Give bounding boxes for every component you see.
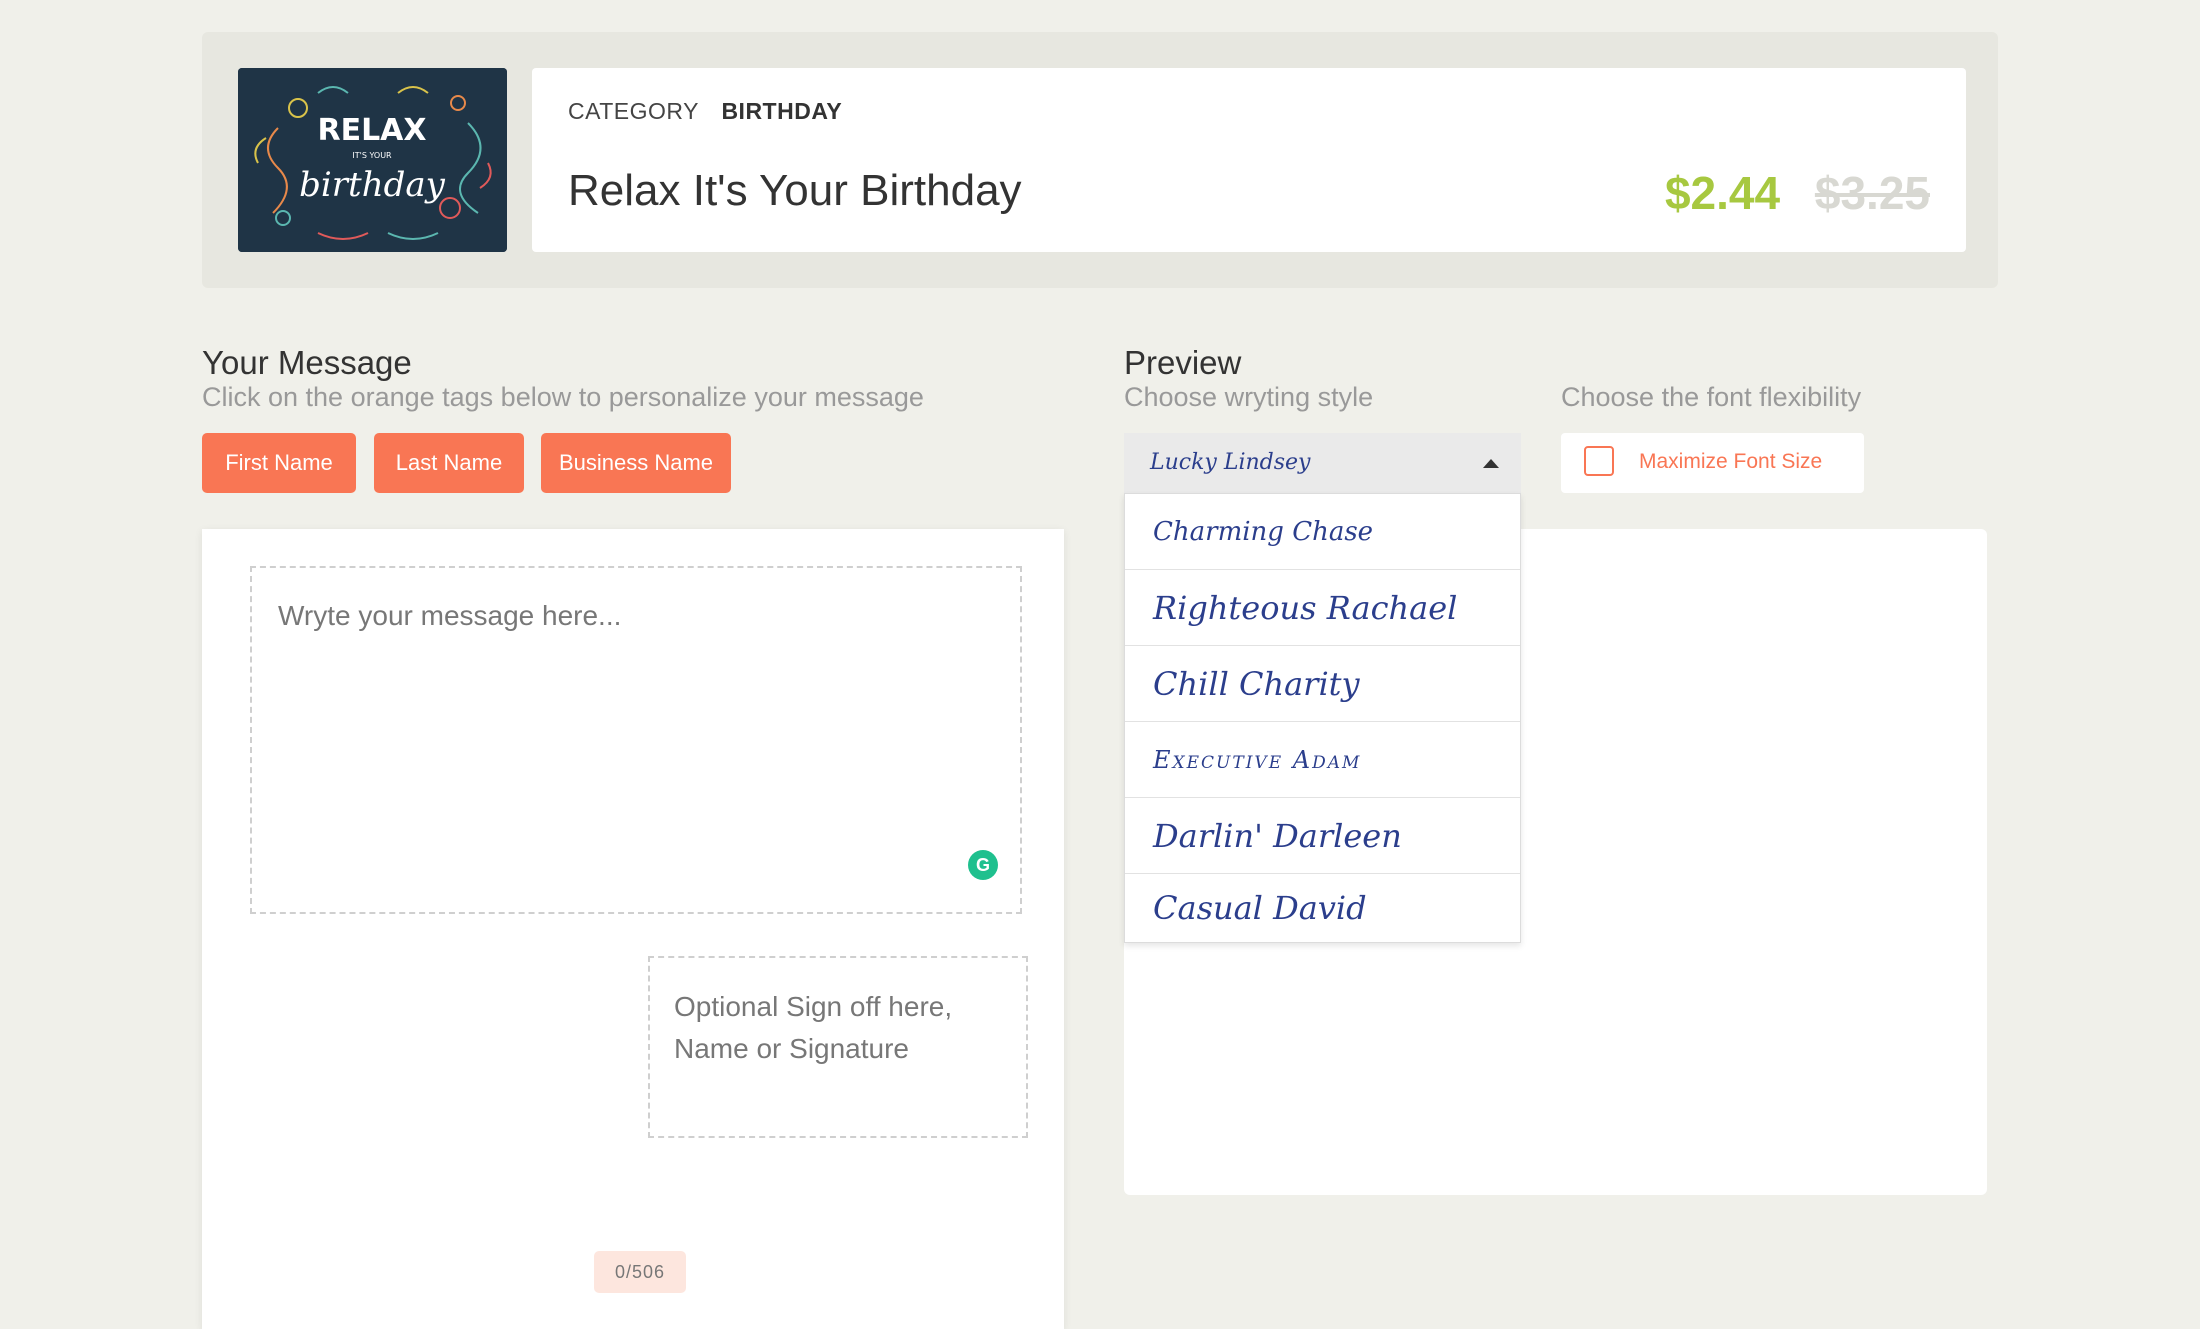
product-info: CATEGORY BIRTHDAY Relax It's Your Birthd… bbox=[532, 68, 1966, 252]
selected-style: Lucky Lindsey bbox=[1150, 450, 1311, 475]
writing-style-select[interactable]: Lucky Lindsey bbox=[1124, 433, 1521, 493]
message-section-subtitle: Click on the orange tags below to person… bbox=[202, 382, 924, 412]
style-option-darlin-darleen[interactable]: Darlin' Darleen bbox=[1125, 798, 1520, 874]
maximize-font-checkbox[interactable] bbox=[1584, 446, 1614, 476]
preview-section-title: Preview bbox=[1124, 344, 1242, 381]
product-header: RELAX IT'S YOUR birthday CATEGORY BIRTHD… bbox=[202, 32, 1998, 288]
grammarly-icon[interactable]: G bbox=[968, 850, 998, 880]
price: $2.44 $3.25 bbox=[1665, 166, 1930, 220]
signoff-line-1: Optional Sign off here, bbox=[674, 991, 953, 1022]
signoff-line-2: Name or Signature bbox=[674, 1033, 910, 1064]
card-art: RELAX IT'S YOUR birthday bbox=[238, 68, 507, 252]
price-original: $3.25 bbox=[1814, 167, 1930, 219]
thumb-text-birthday: birthday bbox=[299, 165, 445, 205]
message-placeholder: Wryte your message here... bbox=[278, 600, 622, 631]
writing-style-label: Choose wryting style bbox=[1124, 382, 1374, 412]
thumb-text-relax: RELAX bbox=[317, 113, 426, 148]
character-counter: 0/506 bbox=[594, 1251, 686, 1293]
message-card: Wryte your message here... G Optional Si… bbox=[202, 529, 1064, 1329]
style-option-chill-charity[interactable]: Chill Charity bbox=[1125, 646, 1520, 722]
writing-style-dropdown: Charming Chase Righteous Rachael Chill C… bbox=[1124, 493, 1521, 943]
maximize-font-label: Maximize Font Size bbox=[1639, 450, 1823, 473]
product-title: Relax It's Your Birthday bbox=[568, 166, 1022, 215]
style-option-righteous-rachael[interactable]: Righteous Rachael bbox=[1125, 570, 1520, 646]
style-option-casual-david[interactable]: Casual David bbox=[1125, 874, 1520, 942]
style-option-charming-chase[interactable]: Charming Chase bbox=[1125, 494, 1520, 570]
maximize-font-toggle[interactable]: Maximize Font Size bbox=[1561, 433, 1864, 493]
message-textarea[interactable]: Wryte your message here... G bbox=[250, 566, 1022, 914]
signoff-field[interactable]: Optional Sign off here, Name or Signatur… bbox=[648, 956, 1028, 1138]
style-option-executive-adam[interactable]: Executive Adam bbox=[1125, 722, 1520, 798]
font-flexibility-label: Choose the font flexibility bbox=[1561, 382, 1862, 412]
tag-last-name[interactable]: Last Name bbox=[374, 433, 524, 493]
card-thumbnail[interactable]: RELAX IT'S YOUR birthday bbox=[238, 68, 507, 252]
message-section-title: Your Message bbox=[202, 344, 412, 381]
thumb-text-its-your: IT'S YOUR bbox=[352, 151, 392, 160]
caret-up-icon bbox=[1483, 459, 1499, 468]
category-label: CATEGORY bbox=[568, 98, 699, 124]
tag-first-name[interactable]: First Name bbox=[202, 433, 356, 493]
signoff-placeholder: Optional Sign off here, Name or Signatur… bbox=[674, 986, 952, 1070]
category-value[interactable]: BIRTHDAY bbox=[721, 98, 842, 124]
price-current: $2.44 bbox=[1664, 167, 1781, 219]
tag-business-name[interactable]: Business Name bbox=[541, 433, 731, 493]
category-row: CATEGORY BIRTHDAY bbox=[568, 98, 842, 125]
